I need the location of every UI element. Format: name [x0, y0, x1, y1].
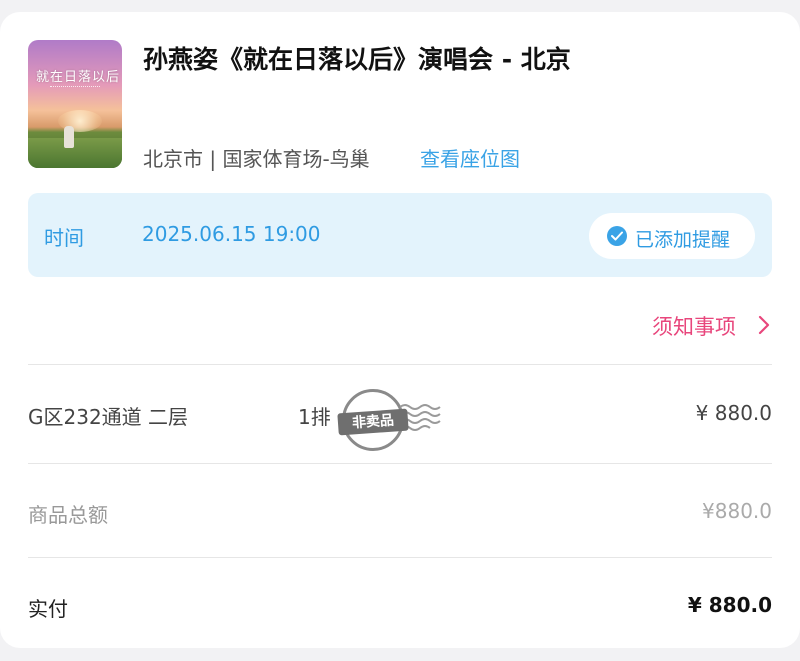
notice-link[interactable]: 须知事项 [652, 311, 736, 341]
subtotal-label: 商品总额 [28, 503, 108, 527]
divider [28, 364, 772, 365]
event-poster-image[interactable]: 就在日落以后 [28, 40, 122, 168]
seat-row: 1排 [298, 405, 331, 429]
divider [28, 463, 772, 464]
subtotal-value: ¥880.0 [702, 499, 772, 523]
poster-figure [64, 126, 74, 148]
order-card: 就在日落以后 孙燕姿《就在日落以后》演唱会 - 北京 北京市 | 国家体育场-鸟… [0, 12, 800, 648]
not-for-sale-stamp: 非卖品 [337, 387, 446, 453]
reminder-label: 已添加提醒 [635, 229, 731, 251]
poster-subtitle-line [50, 86, 100, 90]
seat-area: G区232通道 二层 [28, 405, 189, 429]
paid-label: 实付 [28, 597, 68, 621]
divider [28, 557, 772, 558]
check-circle-icon [607, 226, 627, 246]
chevron-right-icon[interactable] [758, 315, 770, 339]
reminder-button[interactable]: 已添加提醒 [589, 213, 755, 259]
seat-price: ¥ 880.0 [695, 401, 772, 425]
time-label: 时间 [44, 226, 84, 250]
time-box: 时间 2025.06.15 19:00 已添加提醒 [28, 193, 772, 277]
time-value: 2025.06.15 19:00 [142, 222, 321, 246]
poster-title: 就在日落以后 [36, 70, 121, 85]
paid-value: ¥ 880.0 [687, 593, 772, 617]
event-title[interactable]: 孙燕姿《就在日落以后》演唱会 - 北京 [143, 40, 571, 76]
venue-text: 北京市 | 国家体育场-鸟巢 [143, 147, 370, 171]
view-seat-map-link[interactable]: 查看座位图 [420, 143, 520, 172]
poster-grass [28, 138, 122, 168]
